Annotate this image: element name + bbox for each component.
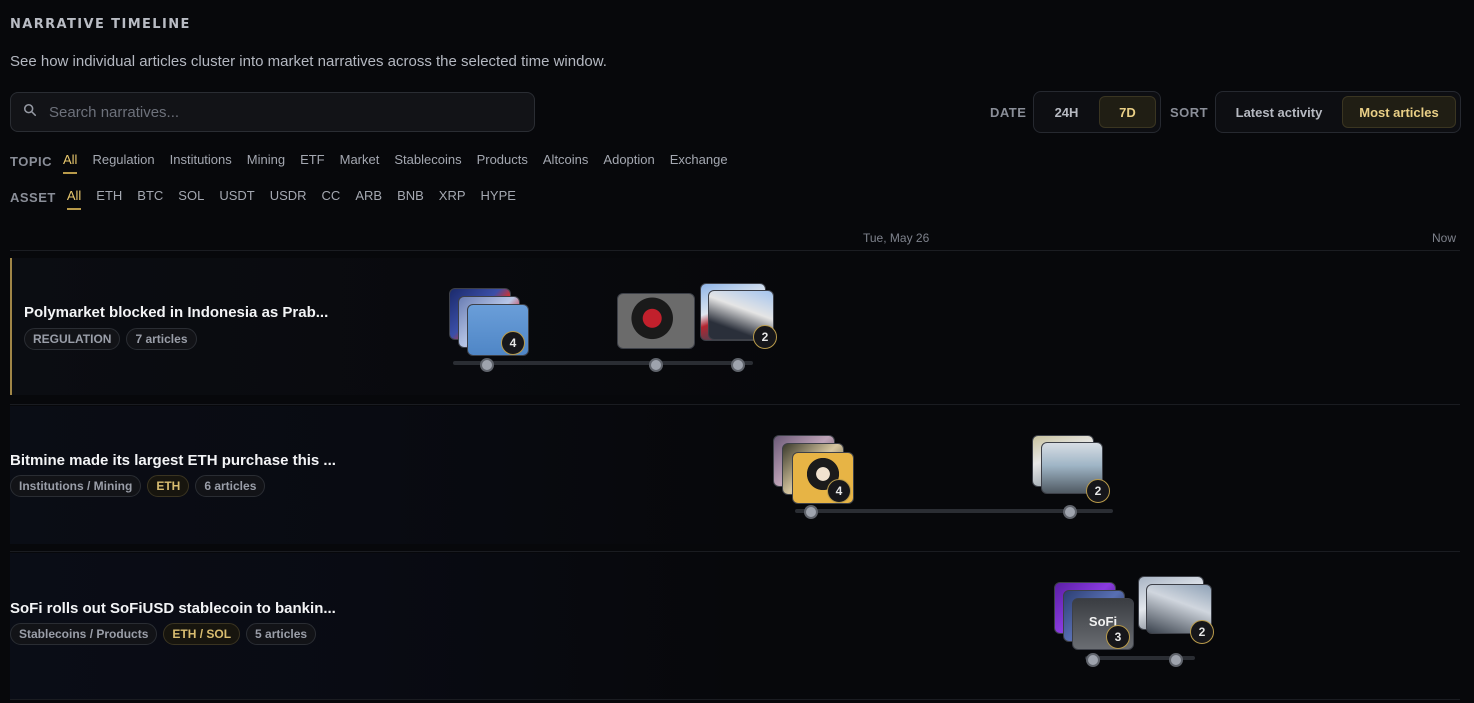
asset-chip-sol[interactable]: SOL (178, 188, 204, 210)
timeline-point[interactable] (1086, 653, 1100, 667)
topic-chip-market[interactable]: Market (340, 152, 380, 174)
timeline-point[interactable] (804, 505, 818, 519)
asset-filter-row: ASSET All ETH BTC SOL USDT USDR CC ARB B… (10, 188, 531, 210)
cluster-count-badge: 2 (1086, 479, 1110, 503)
topic-tag: Institutions / Mining (10, 475, 142, 497)
search-icon (23, 103, 37, 122)
topic-chip-stablecoins[interactable]: Stablecoins (394, 152, 461, 174)
page-title: NARRATIVE TIMELINE (10, 17, 191, 32)
topic-chip-all[interactable]: All (63, 152, 78, 174)
topic-chip-etf[interactable]: ETF (300, 152, 325, 174)
topic-tag: REGULATION (24, 328, 121, 350)
timeline-point[interactable] (1063, 505, 1077, 519)
cluster-count-badge: 4 (501, 331, 525, 355)
axis-label-now: Now (1432, 231, 1457, 245)
date-option-24h[interactable]: 24H (1038, 96, 1095, 128)
axis-line (10, 250, 1460, 251)
topic-chip-exchange[interactable]: Exchange (670, 152, 728, 174)
asset-chip-hype[interactable]: HYPE (481, 188, 516, 210)
cluster-count-badge: 2 (753, 325, 777, 349)
date-label: DATE (990, 105, 1027, 120)
topic-chip-products[interactable]: Products (477, 152, 528, 174)
sort-option-most-articles[interactable]: Most articles (1341, 96, 1456, 128)
row-divider (10, 404, 1460, 405)
topic-tag: Stablecoins / Products (10, 623, 158, 645)
article-count-tag: 7 articles (126, 328, 197, 350)
asset-chip-btc[interactable]: BTC (137, 188, 163, 210)
cluster-count-badge: 4 (827, 479, 851, 503)
row-divider (10, 551, 1460, 552)
cluster-count-badge: 3 (1106, 625, 1130, 649)
asset-chip-cc[interactable]: CC (322, 188, 341, 210)
asset-label: ASSET (10, 189, 56, 205)
asset-tag: ETH (147, 475, 190, 497)
date-option-7d[interactable]: 7D (1098, 96, 1156, 128)
asset-chip-arb[interactable]: ARB (355, 188, 382, 210)
article-count-tag: 6 articles (195, 475, 266, 497)
asset-tag: ETH / SOL (163, 623, 241, 645)
article-count-tag: 5 articles (246, 623, 317, 645)
asset-chip-all[interactable]: All (66, 188, 82, 210)
timeline-point[interactable] (480, 358, 494, 372)
row-divider (10, 699, 1460, 700)
topic-chip-regulation[interactable]: Regulation (92, 152, 154, 174)
asset-chip-bnb[interactable]: BNB (397, 188, 424, 210)
sort-label: SORT (1170, 105, 1209, 120)
timeline-point[interactable] (649, 358, 663, 372)
narrative-title[interactable]: SoFi rolls out SoFiUSD stablecoin to ban… (10, 600, 336, 617)
page-subtitle: See how individual articles cluster into… (10, 53, 607, 70)
cluster-count-badge: 2 (1190, 620, 1214, 644)
topic-chip-altcoins[interactable]: Altcoins (543, 152, 589, 174)
asset-chip-xrp[interactable]: XRP (439, 188, 466, 210)
narrative-title[interactable]: Bitmine made its largest ETH purchase th… (10, 452, 336, 469)
sort-option-latest[interactable]: Latest activity (1220, 96, 1338, 128)
article-thumbnail[interactable] (617, 293, 695, 349)
narrative-tags: REGULATION 7 articles (24, 328, 197, 350)
narrative-title[interactable]: Polymarket blocked in Indonesia as Prab.… (24, 304, 328, 321)
topic-chip-institutions[interactable]: Institutions (170, 152, 232, 174)
topic-chip-mining[interactable]: Mining (247, 152, 285, 174)
sort-toggle: Latest activity Most articles (1215, 91, 1461, 133)
timeline-point[interactable] (1169, 653, 1183, 667)
asset-chip-eth[interactable]: ETH (96, 188, 122, 210)
search-box[interactable] (10, 92, 535, 132)
topic-chip-adoption[interactable]: Adoption (603, 152, 654, 174)
topic-label: TOPIC (10, 153, 52, 169)
narrative-tags: Institutions / Mining ETH 6 articles (10, 475, 266, 497)
asset-chip-usdr[interactable]: USDR (270, 188, 307, 210)
timeline-track (453, 361, 753, 365)
narrative-tags: Stablecoins / Products ETH / SOL 5 artic… (10, 623, 317, 645)
axis-label-mid: Tue, May 26 (863, 231, 930, 245)
asset-chip-usdt[interactable]: USDT (219, 188, 254, 210)
search-input[interactable] (49, 103, 509, 121)
topic-filter-row: TOPIC All Regulation Institutions Mining… (10, 152, 743, 174)
timeline-point[interactable] (731, 358, 745, 372)
date-toggle: 24H 7D (1033, 91, 1161, 133)
